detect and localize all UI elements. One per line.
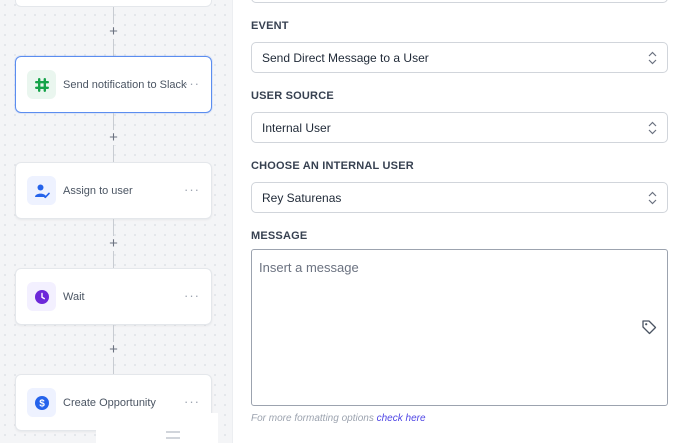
workflow-step-previous[interactable] [15, 0, 212, 7]
workflow-step-assign-user[interactable]: Assign to user ··· [15, 162, 212, 219]
workflow-step-wait[interactable]: Wait ··· [15, 268, 212, 325]
more-options-icon[interactable]: ··· [184, 288, 200, 303]
step-label: Send notification to Slack [63, 78, 187, 91]
previous-field[interactable] [251, 0, 668, 3]
add-step-button[interactable]: + [106, 236, 121, 251]
event-select[interactable]: Send Direct Message to a User [251, 42, 668, 73]
internal-user-label: CHOOSE AN INTERNAL USER [251, 160, 414, 172]
step-label: Create Opportunity [63, 396, 156, 409]
check-here-link[interactable]: check here [377, 413, 426, 424]
event-label: EVENT [251, 20, 289, 32]
formatting-hint-text: For more formatting options [251, 413, 377, 424]
formatting-hint: For more formatting options check here [251, 413, 426, 424]
user-source-select[interactable]: Internal User [251, 112, 668, 143]
chevron-up-down-icon [648, 121, 657, 135]
panel-divider [232, 0, 233, 443]
event-value: Send Direct Message to a User [262, 50, 429, 65]
add-step-button[interactable]: + [106, 342, 121, 357]
step-label: Wait [63, 290, 85, 303]
svg-text:$: $ [39, 398, 45, 409]
workflow-canvas: + Send notification to Slack ··· + Assig… [0, 0, 232, 443]
more-options-icon[interactable]: ··· [184, 182, 200, 197]
dollar-icon: $ [27, 388, 56, 417]
more-options-icon[interactable]: ··· [184, 394, 200, 409]
tag-icon[interactable] [641, 319, 657, 335]
chevron-up-down-icon [648, 51, 657, 65]
message-textarea[interactable]: Insert a message [251, 249, 668, 406]
overlay-panel [96, 413, 218, 443]
add-step-button[interactable]: + [106, 24, 121, 39]
add-step-button[interactable]: + [106, 130, 121, 145]
slack-icon [27, 70, 56, 99]
clock-icon [27, 282, 56, 311]
workflow-step-slack[interactable]: Send notification to Slack ··· [15, 56, 212, 113]
more-options-icon[interactable]: ··· [184, 76, 200, 91]
internal-user-value: Rey Saturenas [262, 190, 342, 205]
message-label: MESSAGE [251, 230, 308, 242]
assign-user-icon [27, 176, 56, 205]
user-source-value: Internal User [262, 120, 331, 135]
user-source-label: USER SOURCE [251, 90, 334, 102]
step-label: Assign to user [63, 184, 133, 197]
action-config-form: EVENT Send Direct Message to a User USER… [251, 0, 669, 443]
message-placeholder: Insert a message [259, 260, 359, 275]
chevron-up-down-icon [648, 191, 657, 205]
internal-user-select[interactable]: Rey Saturenas [251, 182, 668, 213]
